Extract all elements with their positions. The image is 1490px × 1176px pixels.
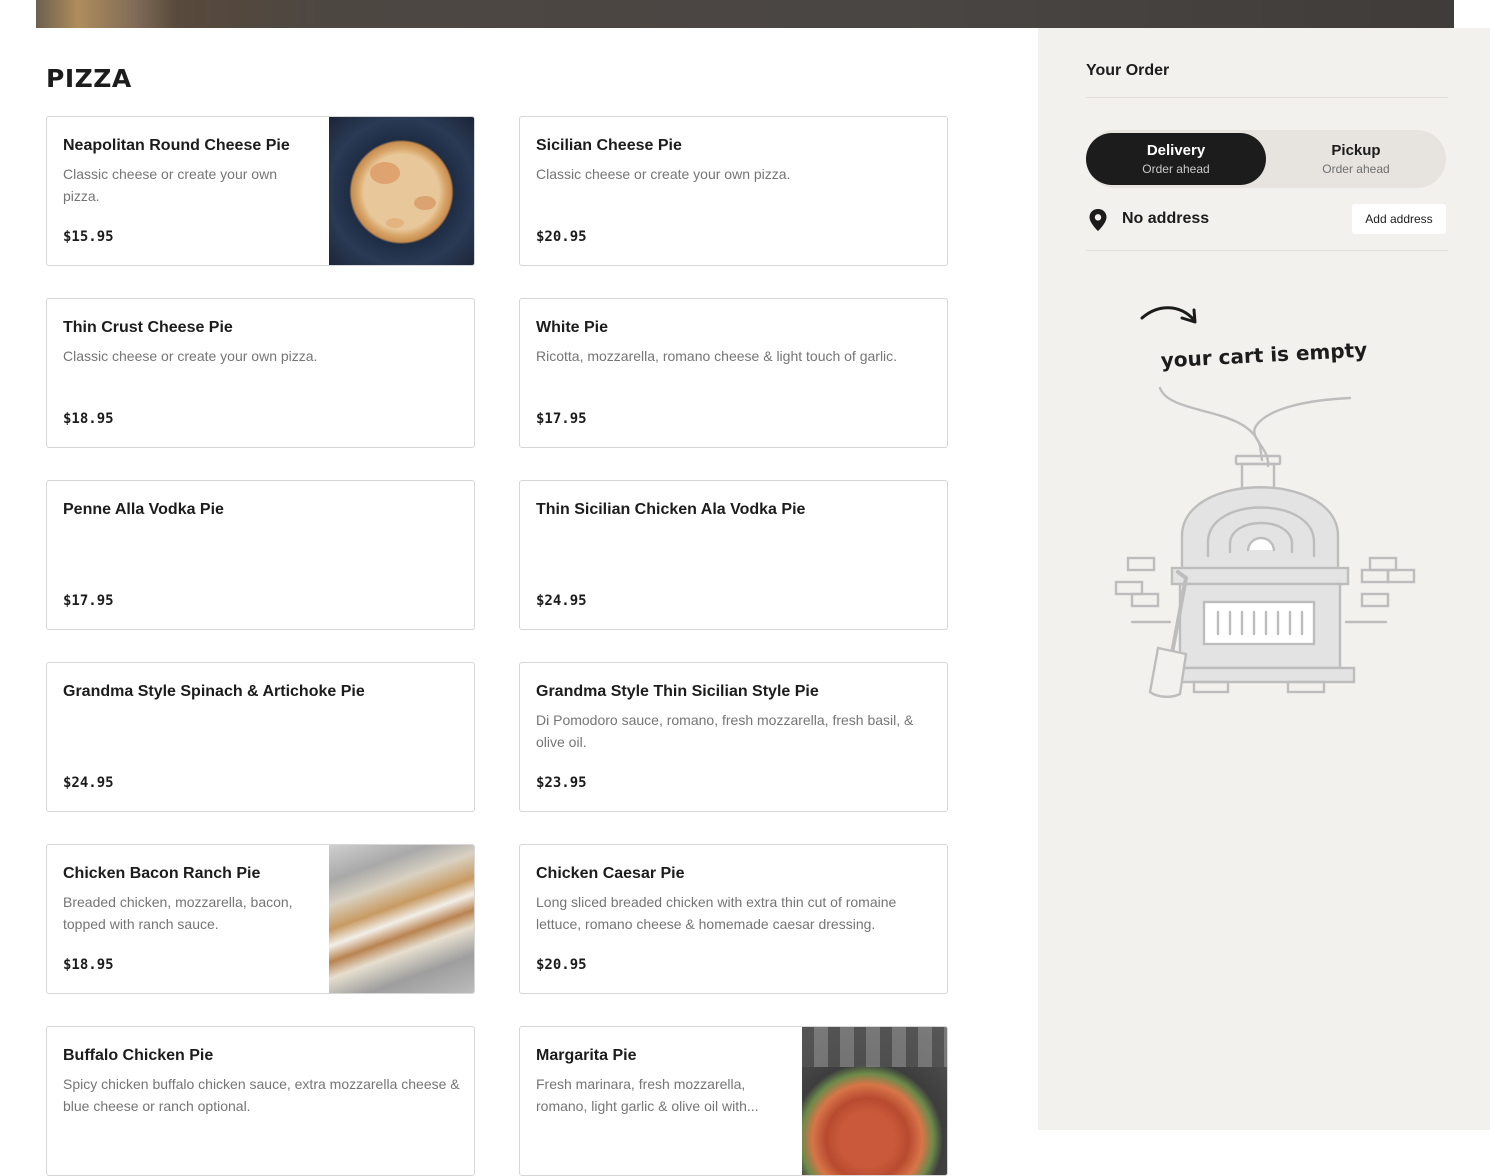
add-address-button[interactable]: Add address bbox=[1352, 204, 1446, 234]
menu-item-card[interactable]: White Pie Ricotta, mozzarella, romano ch… bbox=[519, 298, 948, 448]
pickup-sublabel: Order ahead bbox=[1322, 162, 1390, 176]
address-text: No address bbox=[1122, 210, 1210, 227]
fulfillment-toggle: Delivery Order ahead Pickup Order ahead bbox=[1086, 130, 1446, 188]
menu-item-price: $15.95 bbox=[63, 229, 114, 245]
menu-item-card[interactable]: Buffalo Chicken Pie Spicy chicken buffal… bbox=[46, 1026, 475, 1176]
menu-item-image bbox=[329, 845, 474, 993]
menu-item-price: $23.95 bbox=[536, 775, 587, 791]
menu-item-description: Di Pomodoro sauce, romano, fresh mozzare… bbox=[536, 712, 914, 750]
menu-item-name: White Pie bbox=[536, 319, 609, 336]
menu-item-description: Classic cheese or create your own pizza. bbox=[63, 348, 318, 364]
menu-item-card[interactable]: Thin Sicilian Chicken Ala Vodka Pie $24.… bbox=[519, 480, 948, 630]
menu-item-image bbox=[329, 117, 474, 265]
pickup-label: Pickup bbox=[1331, 142, 1381, 159]
menu-item-description: Fresh marinara, fresh mozzarella, romano… bbox=[536, 1076, 759, 1114]
order-sidebar: Your Order Delivery Order ahead Pickup O… bbox=[1038, 28, 1490, 1130]
delivery-label: Delivery bbox=[1146, 142, 1206, 159]
menu-item-name: Buffalo Chicken Pie bbox=[63, 1047, 214, 1064]
menu-item-card[interactable]: Grandma Style Thin Sicilian Style Pie Di… bbox=[519, 662, 948, 812]
menu-item-price: $20.95 bbox=[536, 957, 587, 973]
delivery-option[interactable]: Delivery Order ahead bbox=[1086, 133, 1266, 185]
menu-item-name: Neapolitan Round Cheese Pie bbox=[63, 137, 290, 154]
section-title: PIZZA bbox=[46, 64, 132, 93]
menu-item-description: Classic cheese or create your own pizza. bbox=[536, 166, 791, 182]
arrow-icon bbox=[1140, 306, 1197, 324]
menu-item-name: Thin Crust Cheese Pie bbox=[63, 319, 233, 336]
menu-item-price: $24.95 bbox=[536, 593, 587, 609]
menu-item-name: Grandma Style Spinach & Artichoke Pie bbox=[63, 683, 365, 700]
menu-item-name: Chicken Caesar Pie bbox=[536, 865, 685, 882]
menu-item-card[interactable]: Penne Alla Vodka Pie $17.95 bbox=[46, 480, 475, 630]
divider bbox=[1086, 97, 1448, 98]
menu-item-card[interactable]: Thin Crust Cheese Pie Classic cheese or … bbox=[46, 298, 475, 448]
menu-item-description: Breaded chicken, mozzarella, bacon, topp… bbox=[63, 894, 293, 932]
order-title: Your Order bbox=[1086, 62, 1170, 79]
pizza-oven-illustration bbox=[1114, 386, 1416, 698]
menu-item-image bbox=[802, 1027, 947, 1175]
menu-item-card[interactable]: Grandma Style Spinach & Artichoke Pie $2… bbox=[46, 662, 475, 812]
menu-item-price: $20.95 bbox=[536, 229, 587, 245]
pickup-option[interactable]: Pickup Order ahead bbox=[1266, 130, 1446, 188]
menu-item-name: Sicilian Cheese Pie bbox=[536, 137, 682, 154]
menu-item-card[interactable]: Chicken Bacon Ranch Pie Breaded chicken,… bbox=[46, 844, 475, 994]
divider bbox=[1086, 250, 1448, 251]
menu-item-name: Grandma Style Thin Sicilian Style Pie bbox=[536, 683, 819, 700]
menu-item-price: $17.95 bbox=[536, 411, 587, 427]
hero-banner-image bbox=[36, 0, 1454, 28]
menu-section: PIZZA Neapolitan Round Cheese Pie Classi… bbox=[0, 28, 1038, 1176]
menu-item-name: Thin Sicilian Chicken Ala Vodka Pie bbox=[536, 501, 806, 518]
location-pin-icon bbox=[1089, 209, 1107, 231]
menu-item-price: $18.95 bbox=[63, 411, 114, 427]
empty-cart-illustration: your cart is empty bbox=[1114, 306, 1416, 698]
menu-item-name: Chicken Bacon Ranch Pie bbox=[63, 865, 261, 882]
menu-item-card[interactable]: Chicken Caesar Pie Long sliced breaded c… bbox=[519, 844, 948, 994]
menu-item-description: Long sliced breaded chicken with extra t… bbox=[536, 894, 897, 932]
menu-item-card[interactable]: Margarita Pie Fresh marinara, fresh mozz… bbox=[519, 1026, 948, 1176]
menu-item-name: Penne Alla Vodka Pie bbox=[63, 501, 224, 518]
menu-item-price: $17.95 bbox=[63, 593, 114, 609]
menu-item-name: Margarita Pie bbox=[536, 1047, 637, 1064]
menu-item-description: Classic cheese or create your own pizza. bbox=[63, 166, 277, 204]
menu-item-price: $18.95 bbox=[63, 957, 114, 973]
menu-item-description: Spicy chicken buffalo chicken sauce, ext… bbox=[63, 1076, 460, 1114]
menu-item-card[interactable]: Sicilian Cheese Pie Classic cheese or cr… bbox=[519, 116, 948, 266]
empty-cart-text: your cart is empty bbox=[1160, 338, 1368, 373]
delivery-sublabel: Order ahead bbox=[1142, 162, 1210, 176]
menu-item-card[interactable]: Neapolitan Round Cheese Pie Classic chee… bbox=[46, 116, 475, 266]
menu-item-description: Ricotta, mozzarella, romano cheese & lig… bbox=[536, 348, 898, 364]
menu-item-price: $24.95 bbox=[63, 775, 114, 791]
